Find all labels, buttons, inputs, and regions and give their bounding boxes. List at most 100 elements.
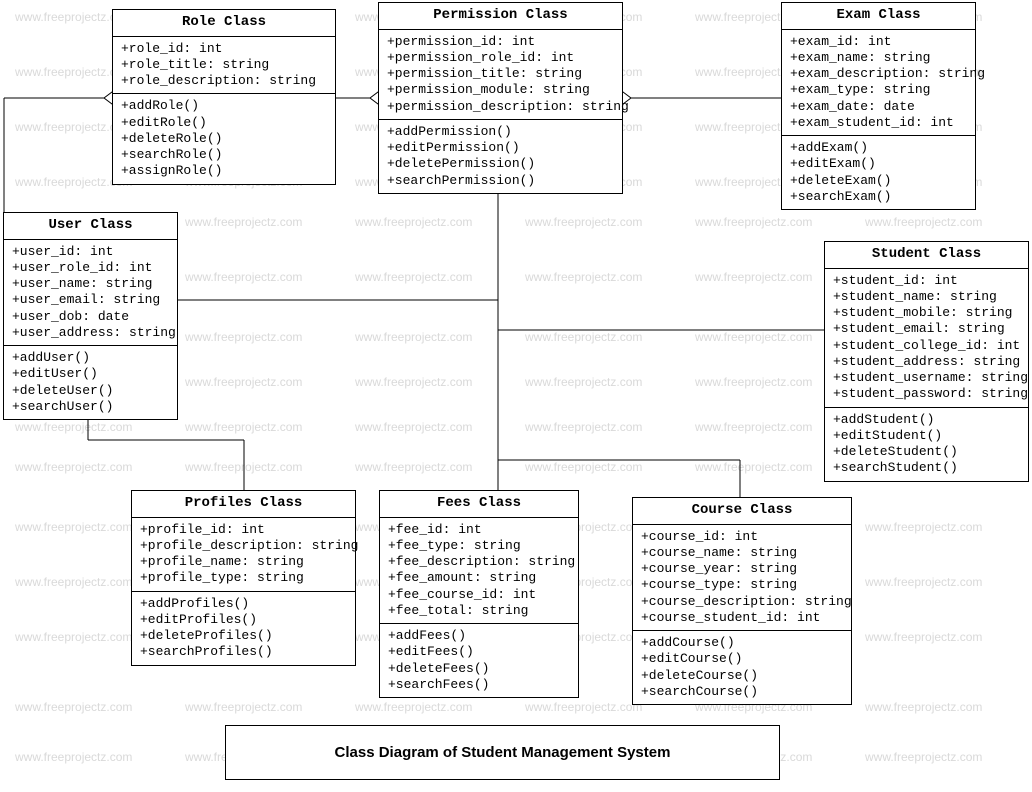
class-member: +editRole() — [121, 115, 327, 131]
class-member: +profile_id: int — [140, 522, 347, 538]
attrs-section: +course_id: int+course_name: string +cour… — [633, 525, 851, 632]
attrs-section: +profile_id: int+profile_description: st… — [132, 518, 355, 592]
class-member: +searchUser() — [12, 399, 169, 415]
class-header: Course Class — [633, 498, 851, 525]
class-member: +student_username: string — [833, 370, 1020, 386]
class-member: +searchPermission() — [387, 173, 614, 189]
class-member: +student_name: string — [833, 289, 1020, 305]
class-box-permission: Permission Class +permission_id: int+per… — [378, 2, 623, 194]
class-member: +user_dob: date — [12, 309, 169, 325]
methods-section: +addCourse()+editCourse()+deleteCourse()… — [633, 631, 851, 704]
class-member: +fee_course_id: int — [388, 587, 570, 603]
class-member: +course_description: string — [641, 594, 843, 610]
class-member: +course_id: int — [641, 529, 843, 545]
class-member: +deleteUser() — [12, 383, 169, 399]
class-header: Student Class — [825, 242, 1028, 269]
class-member: +profile_description: string — [140, 538, 347, 554]
class-member: +addCourse() — [641, 635, 843, 651]
class-box-student: Student Class +student_id: int+student_n… — [824, 241, 1029, 482]
class-member: +permission_module: string — [387, 82, 614, 98]
class-member: +fee_type: string — [388, 538, 570, 554]
class-box-fees: Fees Class +fee_id: int+fee_type: string… — [379, 490, 579, 698]
attrs-section: +user_id: int+user_role_id: int+user_nam… — [4, 240, 177, 347]
class-member: +assignRole() — [121, 163, 327, 179]
class-member: +profile_type: string — [140, 570, 347, 586]
class-member: +user_name: string — [12, 276, 169, 292]
class-member: +role_title: string — [121, 57, 327, 73]
class-member: +addStudent() — [833, 412, 1020, 428]
class-member: +user_address: string — [12, 325, 169, 341]
class-member: +editCourse() — [641, 651, 843, 667]
diagram-title: Class Diagram of Student Management Syst… — [225, 725, 780, 780]
class-member: +exam_id: int — [790, 34, 967, 50]
methods-section: +addFees()+editFees()+deleteFees()+searc… — [380, 624, 578, 697]
class-member: +student_id: int — [833, 273, 1020, 289]
class-box-profiles: Profiles Class +profile_id: int+profile_… — [131, 490, 356, 666]
attrs-section: +permission_id: int+permission_role_id: … — [379, 30, 622, 120]
class-member: +addExam() — [790, 140, 967, 156]
class-header: User Class — [4, 213, 177, 240]
class-member: +addRole() — [121, 98, 327, 114]
class-member: +searchExam() — [790, 189, 967, 205]
class-member: +editFees() — [388, 644, 570, 660]
class-member: +editPermission() — [387, 140, 614, 156]
class-member: +fee_total: string — [388, 603, 570, 619]
class-member: +fee_amount: string — [388, 570, 570, 586]
class-member: +addPermission() — [387, 124, 614, 140]
class-member: +searchFees() — [388, 677, 570, 693]
class-member: +editExam() — [790, 156, 967, 172]
class-member: +exam_student_id: int — [790, 115, 967, 131]
methods-section: +addExam()+editExam()+deleteExam()+searc… — [782, 136, 975, 209]
class-box-course: Course Class +course_id: int+course_name… — [632, 497, 852, 705]
class-member: +deleteCourse() — [641, 668, 843, 684]
class-member: +editStudent() — [833, 428, 1020, 444]
class-member: +deleteExam() — [790, 173, 967, 189]
attrs-section: +fee_id: int+fee_type: string+fee_descri… — [380, 518, 578, 625]
class-member: +student_mobile: string — [833, 305, 1020, 321]
class-member: +exam_date: date — [790, 99, 967, 115]
class-member: +user_id: int — [12, 244, 169, 260]
class-box-user: User Class +user_id: int+user_role_id: i… — [3, 212, 178, 420]
class-box-exam: Exam Class +exam_id: int+exam_name: stri… — [781, 2, 976, 210]
class-member: +permission_role_id: int — [387, 50, 614, 66]
class-member: +permission_description: string — [387, 99, 614, 115]
class-member: +exam_type: string — [790, 82, 967, 98]
class-member: +deleteProfiles() — [140, 628, 347, 644]
class-member: +addProfiles() — [140, 596, 347, 612]
class-header: Exam Class — [782, 3, 975, 30]
class-member: +deletePermission() — [387, 156, 614, 172]
class-member: +fee_id: int — [388, 522, 570, 538]
class-member: +user_email: string — [12, 292, 169, 308]
class-member: +permission_id: int — [387, 34, 614, 50]
class-member: +deleteRole() — [121, 131, 327, 147]
class-member: +role_description: string — [121, 73, 327, 89]
class-member: +deleteFees() — [388, 661, 570, 677]
methods-section: +addPermission()+editPermission()+delete… — [379, 120, 622, 193]
class-member: +addUser() — [12, 350, 169, 366]
class-member: +exam_description: string — [790, 66, 967, 82]
class-member: +editProfiles() — [140, 612, 347, 628]
class-member: +profile_name: string — [140, 554, 347, 570]
class-member: +fee_description: string — [388, 554, 570, 570]
class-member: +student_password: string — [833, 386, 1020, 402]
class-member: +student_college_id: int — [833, 338, 1020, 354]
class-member: +course_type: string — [641, 577, 843, 593]
methods-section: +addProfiles()+editProfiles()+deleteProf… — [132, 592, 355, 665]
attrs-section: +student_id: int+student_name: string+st… — [825, 269, 1028, 408]
methods-section: +addStudent()+editStudent()+deleteStuden… — [825, 408, 1028, 481]
methods-section: +addUser()+editUser()+deleteUser()+searc… — [4, 346, 177, 419]
class-header: Profiles Class — [132, 491, 355, 518]
class-member: +searchCourse() — [641, 684, 843, 700]
class-member: +student_address: string — [833, 354, 1020, 370]
class-header: Fees Class — [380, 491, 578, 518]
class-member: +searchStudent() — [833, 460, 1020, 476]
class-member: +searchProfiles() — [140, 644, 347, 660]
class-member: +addFees() — [388, 628, 570, 644]
class-member: +student_email: string — [833, 321, 1020, 337]
class-member: +role_id: int — [121, 41, 327, 57]
class-member: +course_name: string — [641, 545, 843, 561]
class-member: +searchRole() — [121, 147, 327, 163]
class-member: +permission_title: string — [387, 66, 614, 82]
attrs-section: +exam_id: int+exam_name: string+exam_des… — [782, 30, 975, 137]
class-member: +course_student_id: int — [641, 610, 843, 626]
